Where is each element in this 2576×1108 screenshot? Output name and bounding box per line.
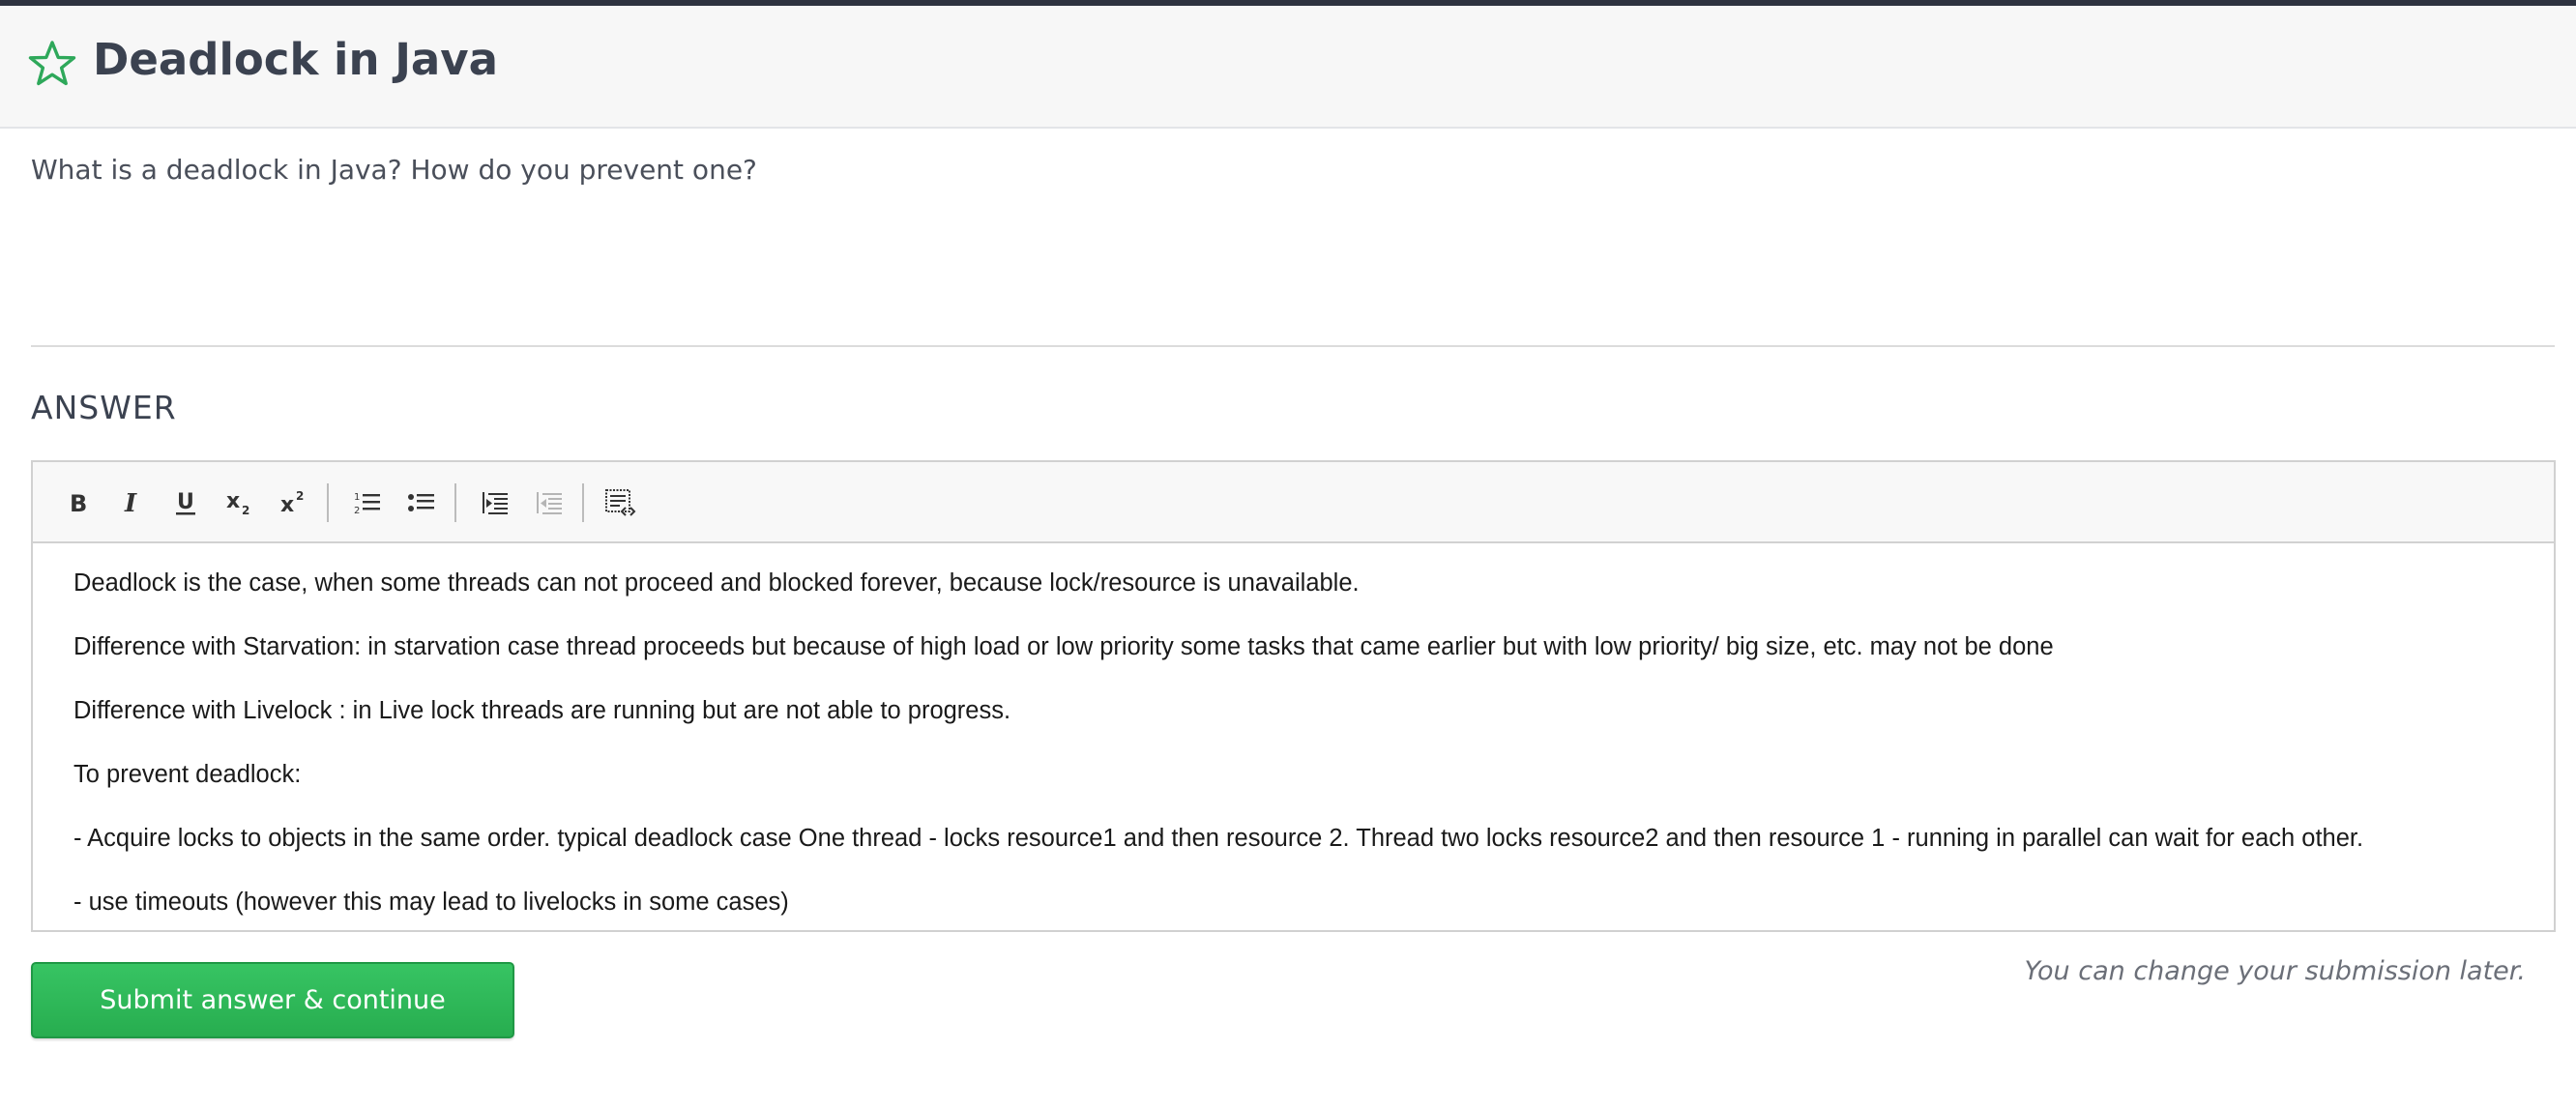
- page-header: Deadlock in Java: [0, 6, 2576, 129]
- answer-paragraph: - Acquire locks to objects in the same o…: [73, 825, 2364, 852]
- numbered-list-button[interactable]: 12: [346, 481, 389, 524]
- star-outline-icon[interactable]: [27, 39, 77, 89]
- toolbar-separator: [327, 483, 329, 522]
- superscript-button[interactable]: x2: [273, 481, 315, 524]
- answer-paragraph: Deadlock is the case, when some threads …: [73, 569, 1360, 597]
- bulleted-list-button[interactable]: [400, 481, 443, 524]
- svg-text:2: 2: [242, 504, 249, 517]
- svg-text:2: 2: [296, 489, 304, 503]
- svg-text:x: x: [280, 493, 294, 517]
- question-text: What is a deadlock in Java? How do you p…: [31, 154, 757, 186]
- subscript-icon: x2: [224, 488, 255, 517]
- source-code-icon: [604, 488, 637, 517]
- editor-content[interactable]: Deadlock is the case, when some threads …: [33, 543, 2554, 930]
- bulleted-list-icon: [407, 489, 436, 516]
- subscript-button[interactable]: x2: [219, 481, 261, 524]
- underline-button[interactable]: U: [164, 481, 207, 524]
- page-title: Deadlock in Java: [93, 34, 498, 85]
- toolbar-separator: [454, 483, 456, 522]
- svg-text:B: B: [70, 490, 87, 516]
- numbered-list-icon: 12: [353, 489, 382, 516]
- answer-heading: ANSWER: [31, 389, 177, 426]
- indent-icon: [481, 489, 510, 516]
- svg-text:I: I: [124, 489, 137, 516]
- answer-paragraph: Difference with Livelock : in Live lock …: [73, 697, 1011, 724]
- divider: [31, 345, 2555, 347]
- answer-paragraph: To prevent deadlock:: [73, 761, 302, 788]
- superscript-icon: x2: [278, 488, 309, 517]
- answer-paragraph: Difference with Starvation: in starvatio…: [73, 633, 2054, 660]
- toolbar-separator: [582, 483, 584, 522]
- svg-text:2: 2: [354, 506, 360, 516]
- answer-paragraph: - use timeouts (however this may lead to…: [73, 889, 789, 916]
- indent-button[interactable]: [474, 481, 516, 524]
- outdent-button[interactable]: [528, 481, 571, 524]
- svg-text:U: U: [177, 490, 194, 514]
- svg-text:x: x: [226, 489, 240, 513]
- editor-toolbar: B I U x2 x2 12: [33, 462, 2554, 543]
- answer-editor: B I U x2 x2 12 Deadlock is the case, whe…: [31, 460, 2556, 932]
- outdent-icon: [535, 489, 564, 516]
- underline-icon: U: [172, 488, 199, 517]
- submission-note: You can change your submission later.: [2024, 956, 2526, 986]
- bold-button[interactable]: B: [56, 481, 99, 524]
- italic-icon: I: [118, 489, 145, 516]
- svg-text:1: 1: [354, 492, 360, 503]
- submit-answer-button[interactable]: Submit answer & continue: [31, 962, 514, 1038]
- source-button[interactable]: [600, 481, 642, 524]
- italic-button[interactable]: I: [110, 481, 153, 524]
- bold-icon: B: [64, 489, 91, 516]
